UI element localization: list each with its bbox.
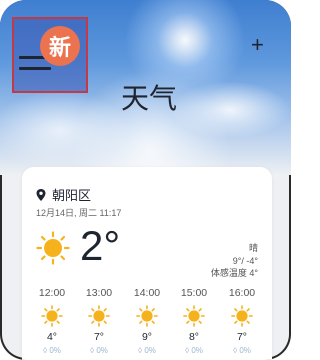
- hour-temp: 9°: [141, 331, 153, 343]
- hour-precip: ◊ 0%: [138, 346, 156, 355]
- hour-temp: 8°: [188, 331, 200, 343]
- weather-card[interactable]: 朝阳区 12月14日, 周二 11:17 2° 晴 9°/ -4° 体感温度 4…: [22, 167, 272, 360]
- temp-range: 9°/ -4°: [232, 255, 258, 266]
- hour-item: 13:00 7° ◊ 0%: [75, 287, 123, 355]
- hour-time: 16:00: [228, 287, 256, 299]
- hour-time: 12:00: [38, 287, 66, 299]
- hour-item: 15:00 8° ◊ 0%: [170, 287, 218, 355]
- condition-details: 晴 9°/ -4° 体感温度 4°: [211, 242, 258, 280]
- hour-precip: ◊ 0%: [90, 346, 108, 355]
- hour-item: 14:00 9° ◊ 0%: [123, 287, 171, 355]
- precip-value: 0%: [239, 346, 251, 355]
- feels-like: 体感温度 4°: [210, 268, 258, 278]
- precip-value: 0%: [144, 346, 156, 355]
- page-title: 天气: [121, 83, 178, 114]
- precip-value: 0%: [96, 346, 108, 355]
- hour-precip: ◊ 0%: [43, 346, 61, 355]
- date-time: 12月14日, 周二 11:17: [36, 208, 122, 218]
- location-row: 朝阳区: [36, 185, 91, 204]
- precip-value: 0%: [191, 346, 203, 355]
- sun-icon: [231, 305, 253, 327]
- location-name: 朝阳区: [52, 188, 92, 203]
- location-pin-icon: [36, 188, 46, 201]
- hour-time: 14:00: [133, 287, 161, 299]
- hour-time: 13:00: [85, 287, 113, 299]
- hour-temp: 7°: [236, 331, 248, 343]
- sun-icon: [41, 305, 63, 327]
- current-temperature: 2°: [80, 222, 121, 269]
- sun-icon: [88, 305, 110, 327]
- hour-precip: ◊ 0%: [185, 346, 203, 355]
- hour-item: 12:00 4° ◊ 0%: [28, 287, 76, 355]
- sun-icon: [136, 305, 158, 327]
- precip-value: 0%: [49, 346, 61, 355]
- condition-text: 晴: [248, 243, 258, 253]
- sun-icon: [36, 231, 70, 265]
- hour-time: 15:00: [180, 287, 208, 299]
- hour-item: 16:00 7° ◊ 0%: [218, 287, 266, 355]
- hour-temp: 7°: [93, 331, 105, 343]
- hour-temp: 4°: [46, 331, 58, 343]
- add-city-button[interactable]: +: [251, 34, 264, 56]
- hour-precip: ◊ 0%: [233, 346, 251, 355]
- new-badge: 新: [40, 26, 80, 66]
- sun-icon: [183, 305, 205, 327]
- phone-frame: 新 + 天气 朝阳区 12月14日, 周二 11:17 2° 晴 9°/ -4°…: [0, 0, 291, 360]
